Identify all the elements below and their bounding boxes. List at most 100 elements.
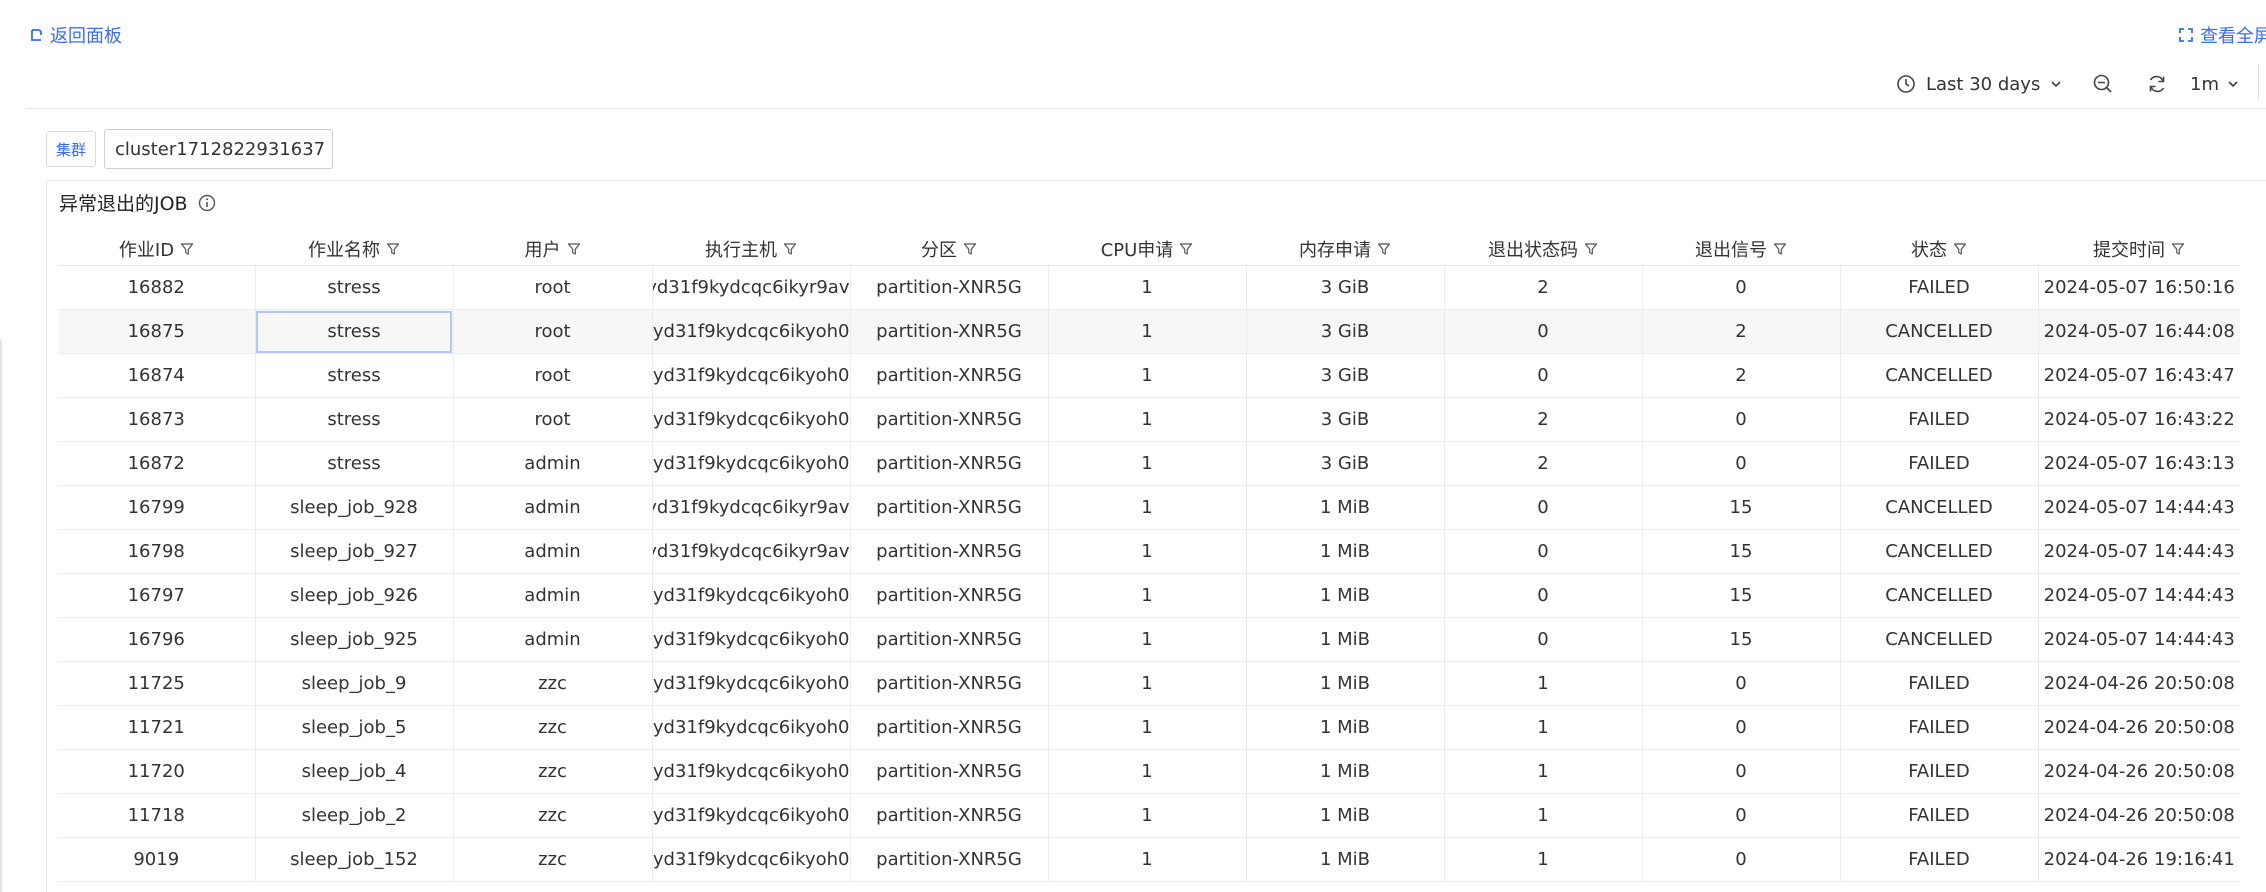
panel-title: 异常退出的JOB: [59, 189, 216, 216]
cell-cpu-request: 1: [1048, 441, 1247, 486]
table-body: 16882stressrooty-yd31f9kydcqc6ikyr9avpar…: [58, 265, 2240, 882]
view-fullscreen-link[interactable]: 查看全屏: [2178, 22, 2266, 48]
cell-memory-request: 1 MiB: [1246, 573, 1445, 618]
info-icon[interactable]: [198, 194, 216, 212]
cell-job-id: 16872: [58, 441, 256, 486]
table-row[interactable]: 16875 stress root y-yd31f9kydcqc6ikyoh0 part…: [58, 309, 2240, 354]
cell-user: root: [453, 309, 653, 354]
cell-user: admin: [453, 617, 653, 662]
cell-exit-signal: 0: [1642, 265, 1841, 310]
cell-exit-signal: 0: [1642, 441, 1841, 486]
cell-partition: partition-XNR5G: [850, 573, 1049, 618]
cell-status: FAILED: [1840, 705, 2039, 750]
cell-job-name: sleep_job_152: [255, 837, 454, 882]
refresh-interval-picker[interactable]: 1m: [2190, 68, 2239, 100]
column-header-exec-host[interactable]: 执行主机: [652, 233, 850, 266]
cell-exec-host: y-yd31f9kydcqc6ikyoh0: [652, 573, 851, 618]
column-header-exit-signal[interactable]: 退出信号: [1642, 233, 1840, 266]
cell-user: admin: [453, 573, 653, 618]
filter-icon[interactable]: [386, 242, 400, 256]
filter-icon[interactable]: [2171, 242, 2185, 256]
back-to-dashboard-link[interactable]: 返回面板: [28, 22, 122, 48]
cell-job-id: 16796: [58, 617, 256, 662]
column-header-cpu-request[interactable]: CPU申请: [1048, 233, 1246, 266]
column-header-job-name[interactable]: 作业名称: [255, 233, 453, 266]
cell-submit-time: 2024-05-07 16:43:13: [2038, 441, 2240, 486]
time-range-value: Last 30 days: [1926, 73, 2041, 95]
column-header-submit-time[interactable]: 提交时间: [2038, 233, 2240, 266]
filter-icon[interactable]: [180, 242, 194, 256]
cell-exit-code: 2: [1444, 265, 1643, 310]
cell-host-text: y-yd31f9kydcqc6ikyoh0: [652, 761, 850, 782]
chevron-down-icon: [331, 148, 332, 150]
cell-cpu-request: 1: [1048, 705, 1247, 750]
table-row[interactable]: 11725 sleep_job_9 zzc y-yd31f9kydcqc6ikyoh0…: [58, 661, 2240, 706]
return-icon: [31, 29, 42, 41]
column-header-label: 作业ID: [118, 240, 175, 261]
cell-exit-code: 0: [1444, 617, 1643, 662]
table-row[interactable]: 16796 sleep_job_925 admin y-yd31f9kydcqc6ik…: [58, 617, 2240, 662]
cell-exit-code: 1: [1444, 837, 1643, 882]
cluster-select[interactable]: cluster1712822931637: [104, 129, 333, 169]
refresh-button[interactable]: [2146, 68, 2168, 100]
cell-memory-request: 1 MiB: [1246, 749, 1445, 794]
cell-partition: partition-XNR5G: [850, 485, 1049, 530]
table-row[interactable]: 16799sleep_job_928adminy-yd31f9kydcqc6ik…: [58, 485, 2240, 530]
table-row[interactable]: 16882stressrooty-yd31f9kydcqc6ikyr9avpar…: [58, 265, 2240, 310]
jobs-table: 作业ID 作业名称 用户 执行主机 分区 CPU申请 内存申请 退出状态码 退出信号 状态 提交时间…: [58, 233, 2240, 882]
table-row[interactable]: 16872 stress admin y-yd31f9kydcqc6ikyoh0 par…: [58, 441, 2240, 486]
cell-exit-code: 1: [1444, 793, 1643, 838]
table-row[interactable]: 16798sleep_job_927adminy-yd31f9kydcqc6ik…: [58, 529, 2240, 574]
filter-icon[interactable]: [963, 242, 977, 256]
cell-cpu-request: 1: [1048, 661, 1247, 706]
cell-host-text: y-yd31f9kydcqc6ikyr9av: [652, 277, 850, 298]
column-header-status[interactable]: 状态: [1840, 233, 2038, 266]
column-header-user[interactable]: 用户: [453, 233, 652, 266]
cell-submit-time: 2024-04-26 20:50:08: [2038, 793, 2240, 838]
cell-job-name: stress: [255, 353, 454, 398]
chevron-down-icon: [2051, 81, 2061, 88]
cell-exec-host: y-yd31f9kydcqc6ikyoh0: [652, 749, 851, 794]
cell-cpu-request: 1: [1048, 353, 1247, 398]
cell-job-id: 16799: [58, 485, 256, 530]
cell-status: CANCELLED: [1840, 529, 2039, 574]
table-header-row: 作业ID 作业名称 用户 执行主机 分区 CPU申请 内存申请 退出状态码 退出信号 状态 提交时间: [58, 233, 2240, 266]
filter-icon[interactable]: [1773, 242, 1787, 256]
column-header-label: 作业名称: [308, 240, 380, 261]
filter-icon[interactable]: [1584, 242, 1598, 256]
cell-host-text: y-yd31f9kydcqc6ikyr9av: [652, 497, 850, 518]
filter-icon[interactable]: [1179, 242, 1193, 256]
cell-submit-time: 2024-04-26 20:50:08: [2038, 661, 2240, 706]
table-row[interactable]: 16873 stress root y-yd31f9kydcqc6ikyoh0 part…: [58, 397, 2240, 442]
cell-partition: partition-XNR5G: [850, 353, 1049, 398]
cell-host-text: y-yd31f9kydcqc6ikyoh0: [652, 585, 850, 606]
column-header-exit-code[interactable]: 退出状态码: [1444, 233, 1642, 266]
column-header-partition[interactable]: 分区: [850, 233, 1048, 266]
filter-icon[interactable]: [783, 242, 797, 256]
column-header-memory-request[interactable]: 内存申请: [1246, 233, 1444, 266]
cell-host-text: y-yd31f9kydcqc6ikyoh0: [652, 805, 850, 826]
abnormal-jobs-panel: 异常退出的JOB 作业ID 作业名称 用户 执行主机 分区 CPU申请 内存申请 退出状态码 退…: [46, 180, 2266, 892]
table-row[interactable]: 11721 sleep_job_5 zzc y-yd31f9kydcqc6ikyoh0…: [58, 705, 2240, 750]
time-range-picker[interactable]: Last 30 days: [1896, 68, 2062, 100]
cell-partition: partition-XNR5G: [850, 265, 1049, 310]
cell-submit-time: 2024-05-07 16:43:47: [2038, 353, 2240, 398]
cell-status: FAILED: [1840, 441, 2039, 486]
cell-submit-time: 2024-04-26 20:50:08: [2038, 749, 2240, 794]
cell-user: root: [453, 397, 653, 442]
filter-icon[interactable]: [1377, 242, 1391, 256]
column-header-job-id[interactable]: 作业ID: [58, 233, 255, 266]
column-header-label: 执行主机: [705, 240, 777, 261]
back-label: 返回面板: [50, 26, 122, 47]
cell-job-name: sleep_job_2: [255, 793, 454, 838]
table-row[interactable]: 11720 sleep_job_4 zzc y-yd31f9kydcqc6ikyoh0…: [58, 749, 2240, 794]
filter-icon[interactable]: [567, 242, 581, 256]
cell-memory-request: 3 GiB: [1246, 353, 1445, 398]
table-row[interactable]: 9019 sleep_job_152 zzc y-yd31f9kydcqc6ikyoh…: [58, 837, 2240, 882]
table-row[interactable]: 16874 stress root y-yd31f9kydcqc6ikyoh0 part…: [58, 353, 2240, 398]
table-row[interactable]: 16797 sleep_job_926 admin y-yd31f9kydcqc6ik…: [58, 573, 2240, 618]
filter-icon[interactable]: [1953, 242, 1967, 256]
table-row[interactable]: 11718 sleep_job_2 zzc y-yd31f9kydcqc6ikyoh0…: [58, 793, 2240, 838]
zoom-out-button[interactable]: [2092, 68, 2114, 100]
cell-exit-signal: 15: [1642, 573, 1841, 618]
